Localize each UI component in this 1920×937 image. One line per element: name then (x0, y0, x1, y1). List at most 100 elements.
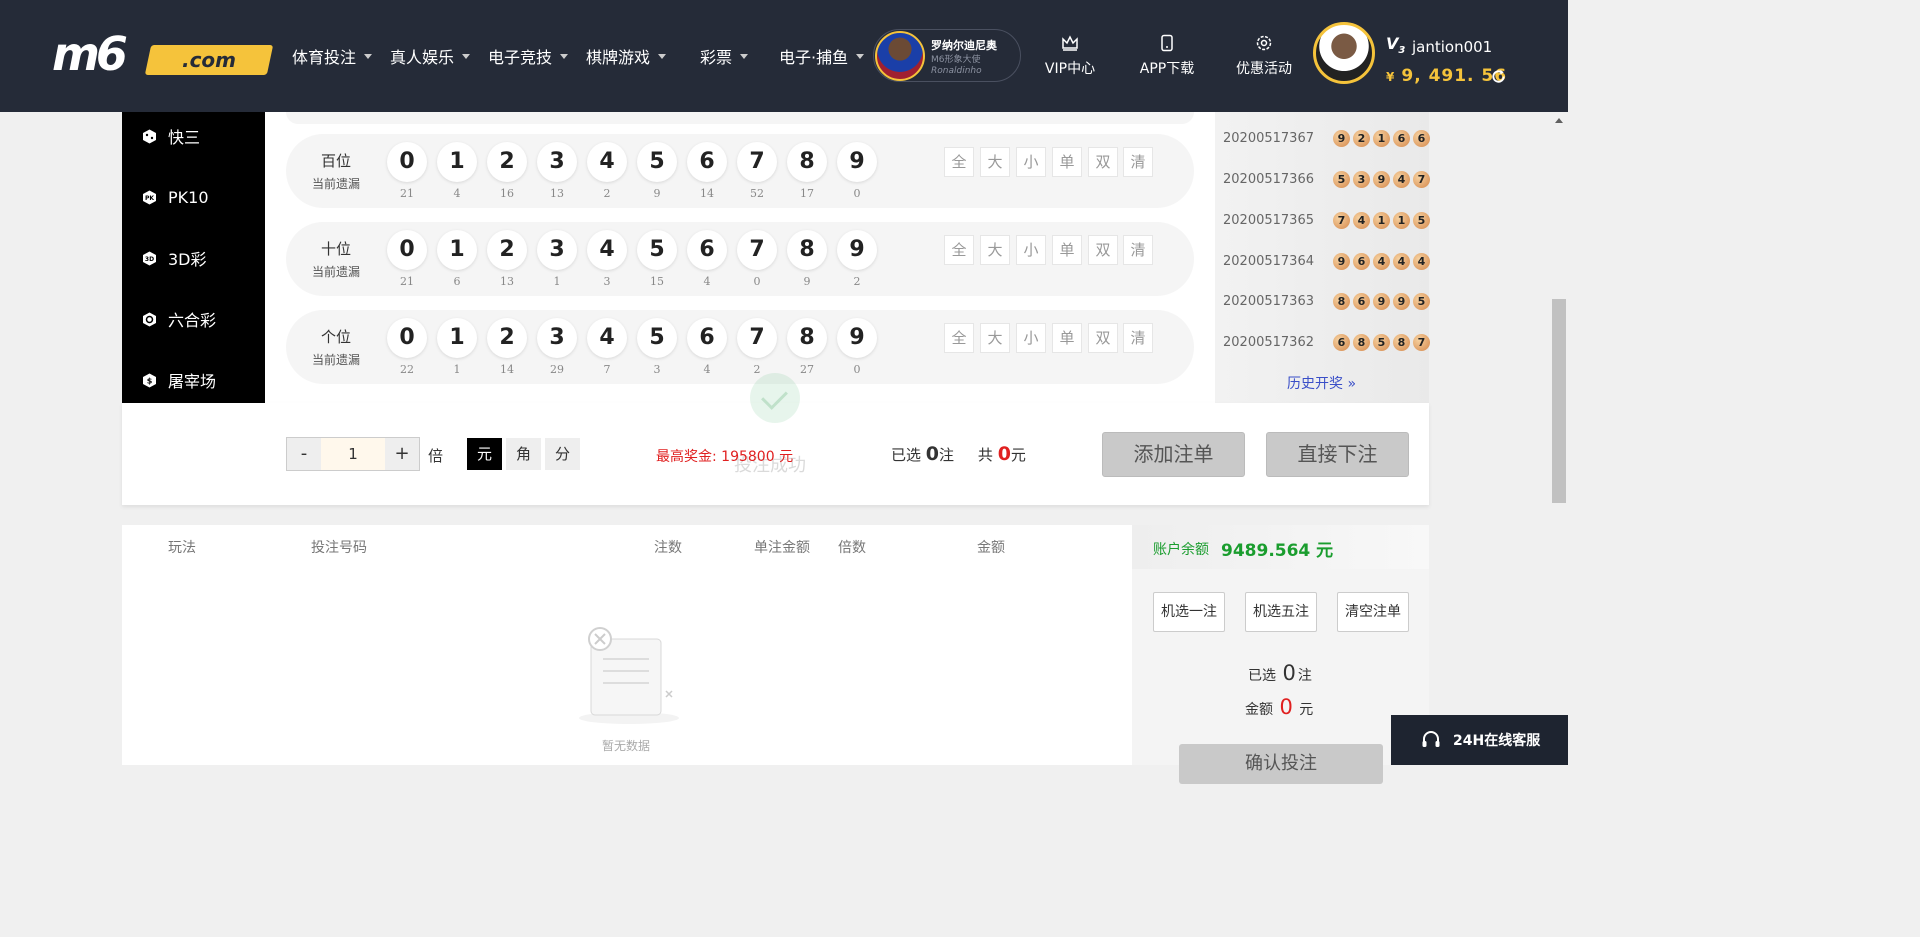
digit-ball[interactable]: 9 (837, 318, 877, 358)
clear-slip-button[interactable]: 清空注单 (1337, 592, 1409, 632)
quick-select-button[interactable]: 全 (944, 147, 974, 177)
quick-select-button[interactable]: 小 (1016, 323, 1046, 353)
scroll-up-arrow[interactable] (1555, 118, 1563, 123)
digit-ball[interactable]: 4 (587, 142, 627, 182)
digit-ball[interactable]: 2 (487, 318, 527, 358)
quick-select-button[interactable]: 双 (1088, 323, 1118, 353)
nav-card-games[interactable]: 棋牌游戏 (586, 44, 667, 68)
quick-select-button[interactable]: 清 (1123, 323, 1153, 353)
digit-ball[interactable]: 2 (487, 230, 527, 270)
history-link[interactable]: 历史开奖 » (1287, 373, 1356, 393)
draw-history-panel: 20200517367 9 2 1 6 6 20200517366 5 3 9 4 7 20200517… (1215, 112, 1430, 403)
digit-ball[interactable]: 7 (737, 142, 777, 182)
result-ball: 6 (1353, 252, 1370, 270)
promotions-link[interactable]: 优惠活动 (1232, 34, 1296, 78)
digit-ball[interactable]: 8 (787, 318, 827, 358)
quick-select-button[interactable]: 双 (1088, 235, 1118, 265)
draw-period: 20200517366 (1223, 171, 1314, 187)
multiple-input[interactable]: 1 (321, 438, 385, 470)
random-five-button[interactable]: 机选五注 (1245, 592, 1317, 632)
digit-ball[interactable]: 5 (637, 318, 677, 358)
digit-ball[interactable]: 3 (537, 230, 577, 270)
random-one-button[interactable]: 机选一注 (1153, 592, 1225, 632)
quick-select-button[interactable]: 大 (980, 147, 1010, 177)
dice-icon (143, 129, 156, 143)
ambassador-card[interactable]: 罗纳尔迪尼奥 M6形象大使 Ronaldinho (873, 29, 1021, 82)
digit-ball[interactable]: 8 (787, 142, 827, 182)
dollar-hex-icon: $ (143, 373, 156, 387)
quick-select-button[interactable]: 双 (1088, 147, 1118, 177)
history-row: 20200517362 6 8 5 8 7 (1223, 332, 1433, 352)
digit-ball[interactable]: 6 (687, 142, 727, 182)
digit-ball[interactable]: 9 (837, 142, 877, 182)
sidebar-item-slaughterhouse[interactable]: $ 屠宰场 (122, 360, 265, 400)
quick-select-button[interactable]: 小 (1016, 147, 1046, 177)
add-to-slip-button[interactable]: 添加注单 (1102, 432, 1245, 477)
app-download-link[interactable]: APP下载 (1135, 34, 1199, 78)
digit-ball[interactable]: 1 (437, 318, 477, 358)
quick-select-button[interactable]: 清 (1123, 235, 1153, 265)
nav-sports[interactable]: 体育投注 (292, 44, 373, 68)
digit-ball[interactable]: 6 (687, 318, 727, 358)
m6-logo[interactable]: m6 .com (52, 27, 274, 81)
result-ball: 9 (1333, 252, 1350, 270)
sidebar-item-mark-six[interactable]: 六合彩 (122, 299, 265, 339)
digit-ball[interactable]: 0 (387, 318, 427, 358)
digit-ball[interactable]: 5 (637, 142, 677, 182)
result-ball: 7 (1413, 333, 1430, 351)
quick-select-button[interactable]: 大 (980, 235, 1010, 265)
digit-ball[interactable]: 5 (637, 230, 677, 270)
quick-select-button[interactable]: 单 (1052, 147, 1082, 177)
digit-ball[interactable]: 4 (587, 318, 627, 358)
user-avatar[interactable] (1313, 22, 1375, 84)
digit-ball[interactable]: 8 (787, 230, 827, 270)
miss-count: 1 (553, 275, 561, 288)
quick-select-button[interactable]: 单 (1052, 323, 1082, 353)
confirm-bet-button[interactable]: 确认投注 (1179, 744, 1383, 784)
unit-fen-button[interactable]: 分 (545, 438, 580, 470)
nav-esports[interactable]: 电子竞技 (488, 44, 569, 68)
digit-ball[interactable]: 7 (737, 230, 777, 270)
digit-ball[interactable]: 1 (437, 142, 477, 182)
pk-icon: PK (143, 190, 156, 204)
digit-ball[interactable]: 1 (437, 230, 477, 270)
vip-center-link[interactable]: VIP中心 (1038, 34, 1102, 78)
draw-period: 20200517365 (1223, 212, 1314, 228)
account-selected-count: 已选 0注 (1248, 661, 1312, 685)
digit-ball[interactable]: 6 (687, 230, 727, 270)
quick-select-button[interactable]: 全 (944, 235, 974, 265)
quick-select-button[interactable]: 全 (944, 323, 974, 353)
digit-ball[interactable]: 4 (587, 230, 627, 270)
digit-ball[interactable]: 3 (537, 318, 577, 358)
quick-select-button[interactable]: 清 (1123, 147, 1153, 177)
sidebar-item-k3[interactable]: 快三 (122, 116, 265, 156)
digit-ball[interactable]: 3 (537, 142, 577, 182)
max-prize: 最高奖金: 195800 元 (656, 449, 794, 465)
nav-slots-fishing[interactable]: 电子·捕鱼 (779, 44, 865, 68)
page-scrollbar[interactable] (1550, 112, 1568, 765)
digit-ball[interactable]: 7 (737, 318, 777, 358)
unit-jiao-button[interactable]: 角 (506, 438, 541, 470)
miss-count: 13 (550, 187, 564, 200)
digit-ball[interactable]: 2 (487, 142, 527, 182)
increase-button[interactable]: + (385, 438, 419, 470)
scrollbar-thumb[interactable] (1552, 299, 1566, 503)
quick-select-button[interactable]: 大 (980, 323, 1010, 353)
refresh-icon[interactable] (1490, 68, 1507, 85)
nav-live-casino[interactable]: 真人娱乐 (390, 44, 471, 68)
digit-ball[interactable]: 9 (837, 230, 877, 270)
quick-select-button[interactable]: 单 (1052, 235, 1082, 265)
result-ball: 7 (1413, 170, 1430, 188)
quick-select-button[interactable]: 小 (1016, 235, 1046, 265)
result-ball: 1 (1373, 211, 1390, 229)
digit-ball[interactable]: 0 (387, 142, 427, 182)
place-bet-button[interactable]: 直接下注 (1266, 432, 1409, 477)
decrease-button[interactable]: - (287, 438, 321, 470)
customer-service-button[interactable]: 24H在线客服 (1391, 715, 1568, 765)
nav-lottery[interactable]: 彩票 (700, 44, 749, 68)
digit-ball[interactable]: 0 (387, 230, 427, 270)
unit-yuan-button[interactable]: 元 (467, 438, 502, 470)
sidebar-item-3d[interactable]: 3D 3D彩 (122, 238, 265, 278)
sidebar-item-pk10[interactable]: PK PK10 (122, 177, 265, 217)
logo-main-text: m6 (52, 27, 128, 81)
